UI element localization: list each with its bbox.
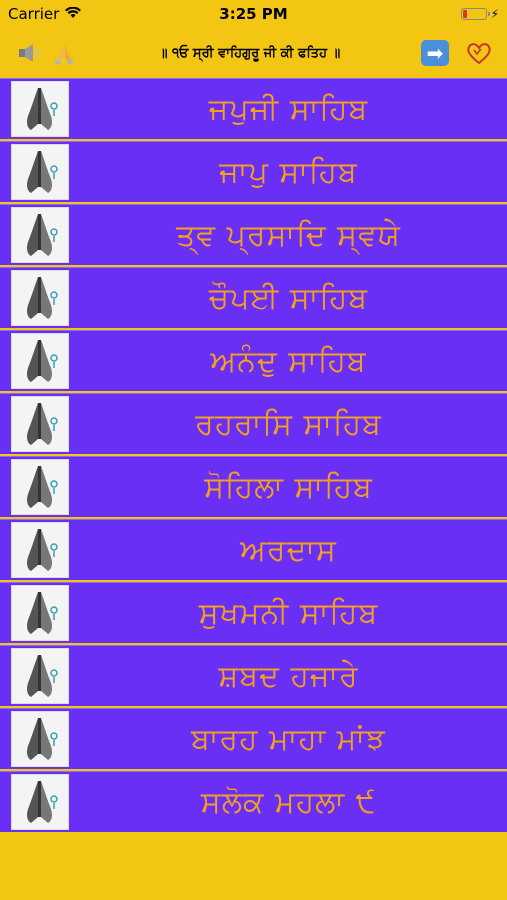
- list-item[interactable]: ਜਾਪੁ ਸਾਹਿਬ: [0, 141, 507, 202]
- list-item[interactable]: ਸੁਖਮਨੀ ਸਾਹਿਬ: [0, 582, 507, 643]
- praying-hands-thumbnail-icon: [11, 144, 69, 200]
- praying-hands-thumbnail-icon: [11, 459, 69, 515]
- list-item-label: ਜਪੁਜੀ ਸਾਹਿਬ: [208, 91, 369, 127]
- carrier-label: Carrier: [8, 5, 60, 23]
- list-item-label: ਬਾਰਹ ਮਾਹਾ ਮਾਂਝ: [191, 721, 386, 757]
- status-bar: Carrier 3:25 PM ⚡: [0, 0, 507, 28]
- praying-hands-thumbnail-icon: [11, 648, 69, 704]
- list-item[interactable]: ਤ੍ਵ ਪ੍ਰਸਾਦਿ ਸ੍ਵਯੇ: [0, 204, 507, 265]
- list-item-label: ਸੁਖਮਨੀ ਸਾਹਿਬ: [198, 595, 379, 631]
- battery-icon: [460, 8, 490, 20]
- header-left: [0, 39, 78, 67]
- header-right: ➡: [421, 39, 507, 67]
- status-left: Carrier: [0, 5, 82, 23]
- praying-hands-thumbnail-icon: [11, 81, 69, 137]
- praying-hands-thumbnail-icon: [11, 207, 69, 263]
- list-item-label: ਅਨੰਦੁ ਸਾਹਿਬ: [210, 343, 367, 379]
- list-item-label: ਸੋਹਿਲਾ ਸਾਹਿਬ: [204, 469, 373, 505]
- list-item[interactable]: ਅਨੰਦੁ ਸਾਹਿਬ: [0, 330, 507, 391]
- list-item[interactable]: ਅਰਦਾਸ: [0, 519, 507, 580]
- list-item-label: ਤ੍ਵ ਪ੍ਰਸਾਦਿ ਸ੍ਵਯੇ: [176, 217, 401, 253]
- praying-hands-icon[interactable]: [50, 39, 78, 67]
- list-item[interactable]: ਸਲੋਕ ਮਹਲਾ ੯: [0, 771, 507, 832]
- page-title: ॥ ੧ਓ ਸ੍ਰੀ ਵਾਹਿਗੁਰੂ ਜੀ ਕੀ ਫਤਿਹ ॥: [158, 45, 341, 61]
- header-bar: ॥ ੧ਓ ਸ੍ਰੀ ਵਾਹਿਗੁਰੂ ਜੀ ਕੀ ਫਤਿਹ ॥ ➡: [0, 28, 507, 78]
- heart-outline-icon[interactable]: [465, 39, 493, 67]
- right-arrow-icon[interactable]: ➡: [421, 40, 449, 66]
- praying-hands-thumbnail-icon: [11, 585, 69, 641]
- list-item-label: ਅਰਦਾਸ: [240, 532, 337, 568]
- list-item-label: ਰਹਰਾਸਿ ਸਾਹਿਬ: [195, 406, 382, 442]
- list-item[interactable]: ਚੌਪਈ ਸਾਹਿਬ: [0, 267, 507, 328]
- list-item-label: ਜਾਪੁ ਸਾਹਿਬ: [219, 154, 358, 190]
- list-item-label: ਚੌਪਈ ਸਾਹਿਬ: [208, 280, 369, 316]
- praying-hands-thumbnail-icon: [11, 396, 69, 452]
- praying-hands-thumbnail-icon: [11, 333, 69, 389]
- list-item[interactable]: ਬਾਰਹ ਮਾਹਾ ਮਾਂਝ: [0, 708, 507, 769]
- charging-icon: ⚡: [490, 7, 499, 21]
- list-item[interactable]: ਰਹਰਾਸਿ ਸਾਹਿਬ: [0, 393, 507, 454]
- wifi-icon: [65, 5, 82, 23]
- praying-hands-thumbnail-icon: [11, 522, 69, 578]
- praying-hands-thumbnail-icon: [11, 270, 69, 326]
- status-right: ⚡: [460, 7, 507, 21]
- list-item[interactable]: ਸ਼ਬਦ ਹਜਾਰੇ: [0, 645, 507, 706]
- speaker-icon[interactable]: [16, 39, 44, 67]
- list-item-label: ਸਲੋਕ ਮਹਲਾ ੯: [200, 784, 377, 820]
- praying-hands-thumbnail-icon: [11, 774, 69, 830]
- bani-list: ਜਪੁਜੀ ਸਾਹਿਬ ਜਾਪੁ ਸਾਹਿਬ ਤ੍ਵ ਪ੍ਰਸਾਦਿ ਸ੍ਵਯੇ ਚੌ…: [0, 78, 507, 834]
- list-item[interactable]: ਜਪੁਜੀ ਸਾਹਿਬ: [0, 78, 507, 139]
- list-item[interactable]: ਸੋਹਿਲਾ ਸਾਹਿਬ: [0, 456, 507, 517]
- praying-hands-thumbnail-icon: [11, 711, 69, 767]
- list-item-label: ਸ਼ਬਦ ਹਜਾਰੇ: [218, 658, 359, 694]
